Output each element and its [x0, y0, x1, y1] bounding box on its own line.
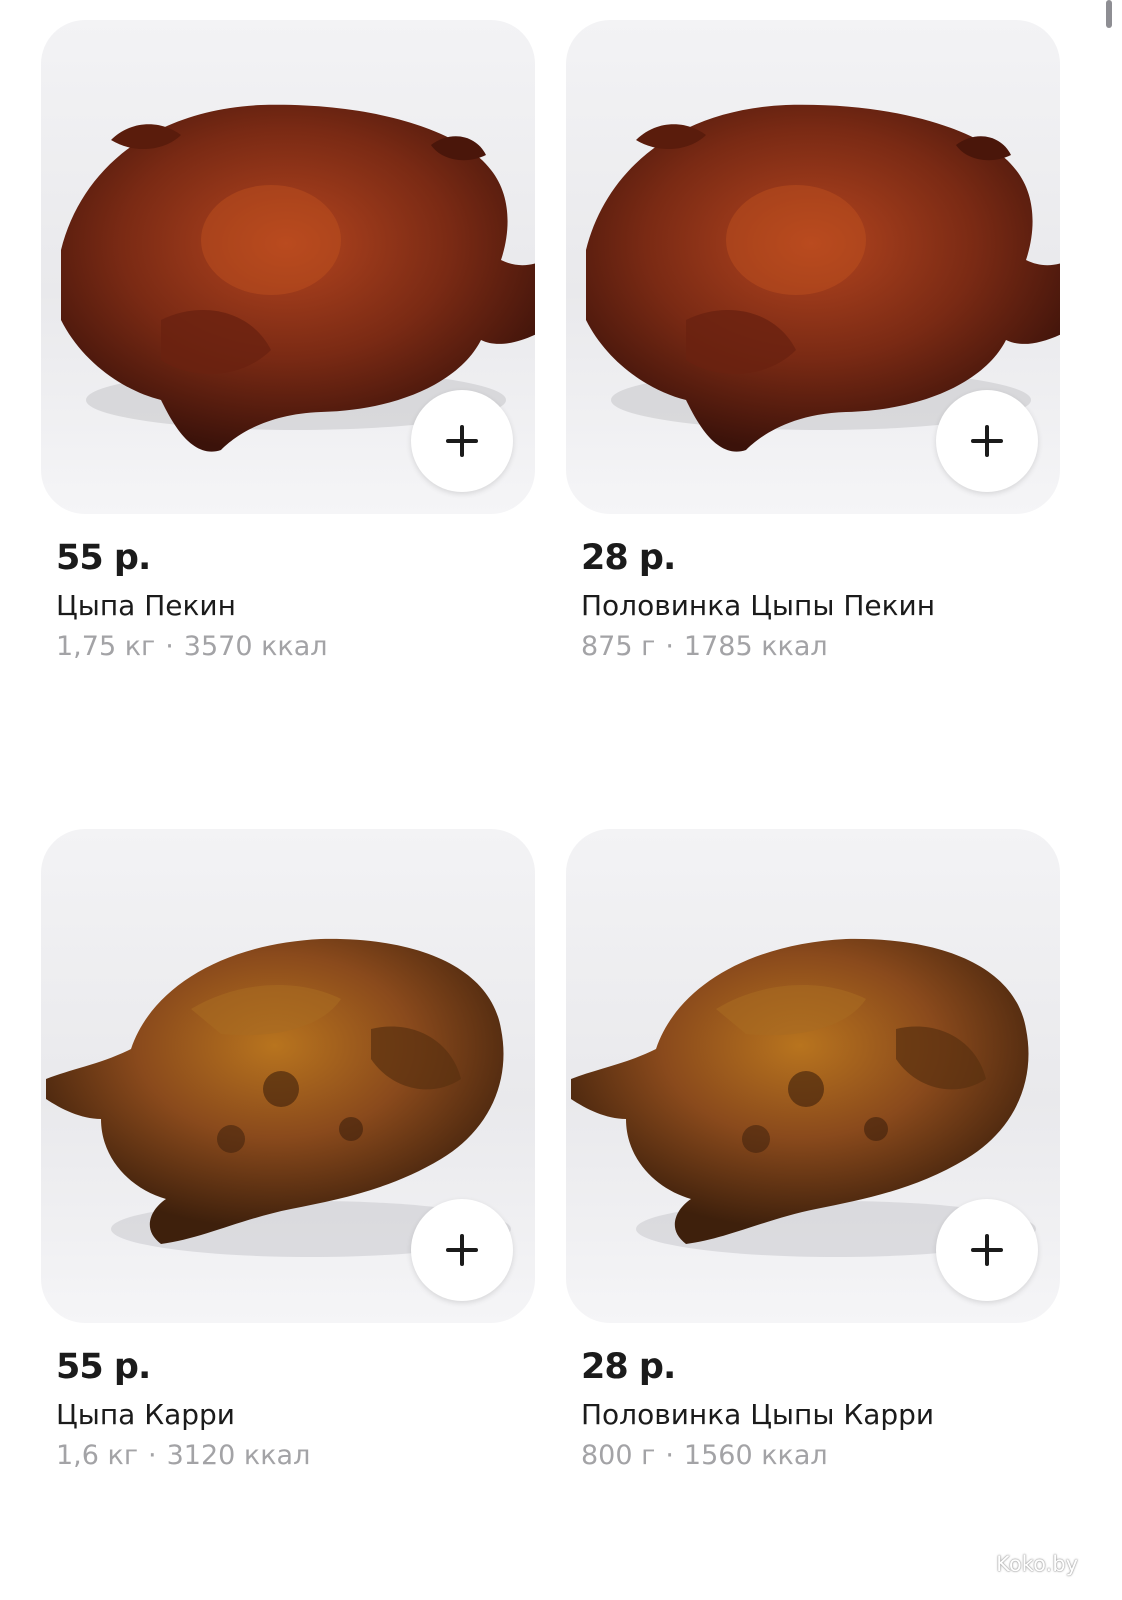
product-price: 55 р. — [56, 1347, 151, 1387]
product-meta: 800 г · 1560 ккал — [581, 1439, 1060, 1473]
product-price: 55 р. — [56, 538, 151, 578]
add-to-cart-button[interactable] — [411, 390, 513, 492]
watermark: Koko.by — [996, 1552, 1078, 1576]
product-calories: 1560 ккал — [683, 1440, 828, 1471]
product-name: Половинка Цыпы Карри — [581, 1398, 935, 1431]
product-meta: 1,6 кг · 3120 ккал — [56, 1439, 535, 1473]
plus-icon — [971, 1234, 1003, 1266]
separator-dot: · — [665, 1440, 674, 1471]
plus-icon — [971, 425, 1003, 457]
product-weight: 1,75 кг — [56, 631, 156, 662]
product-card[interactable]: 55 р. Цыпа Пекин 1,75 кг · 3570 ккал — [41, 20, 535, 664]
product-meta: 1,75 кг · 3570 ккал — [56, 630, 535, 664]
product-price: 28 р. — [581, 538, 676, 578]
plus-icon — [446, 425, 478, 457]
plus-icon — [446, 1234, 478, 1266]
product-weight: 875 г — [581, 631, 656, 662]
separator-dot: · — [165, 631, 174, 662]
add-to-cart-button[interactable] — [411, 1199, 513, 1301]
product-price: 28 р. — [581, 1347, 676, 1387]
product-card[interactable]: 55 р. Цыпа Карри 1,6 кг · 3120 ккал — [41, 829, 535, 1473]
product-name: Цыпа Пекин — [56, 589, 236, 622]
product-calories: 3570 ккал — [183, 631, 328, 662]
product-name: Цыпа Карри — [56, 1398, 235, 1431]
product-calories: 1785 ккал — [683, 631, 828, 662]
product-calories: 3120 ккал — [166, 1440, 311, 1471]
product-card[interactable]: 28 р. Половинка Цыпы Карри 800 г · 1560 кк… — [566, 829, 1060, 1473]
add-to-cart-button[interactable] — [936, 390, 1038, 492]
add-to-cart-button[interactable] — [936, 1199, 1038, 1301]
product-weight: 1,6 кг — [56, 1440, 139, 1471]
separator-dot: · — [665, 631, 674, 662]
product-photo[interactable] — [41, 829, 535, 1323]
scroll-indicator[interactable] — [1106, 0, 1112, 28]
product-card[interactable]: 28 р. Половинка Цыпы Пекин 875 г · 1785 кк… — [566, 20, 1060, 664]
product-photo[interactable] — [566, 20, 1060, 514]
product-weight: 800 г — [581, 1440, 656, 1471]
product-photo[interactable] — [566, 829, 1060, 1323]
separator-dot: · — [148, 1440, 157, 1471]
product-name: Половинка Цыпы Пекин — [581, 589, 936, 622]
product-photo[interactable] — [41, 20, 535, 514]
product-meta: 875 г · 1785 ккал — [581, 630, 1060, 664]
